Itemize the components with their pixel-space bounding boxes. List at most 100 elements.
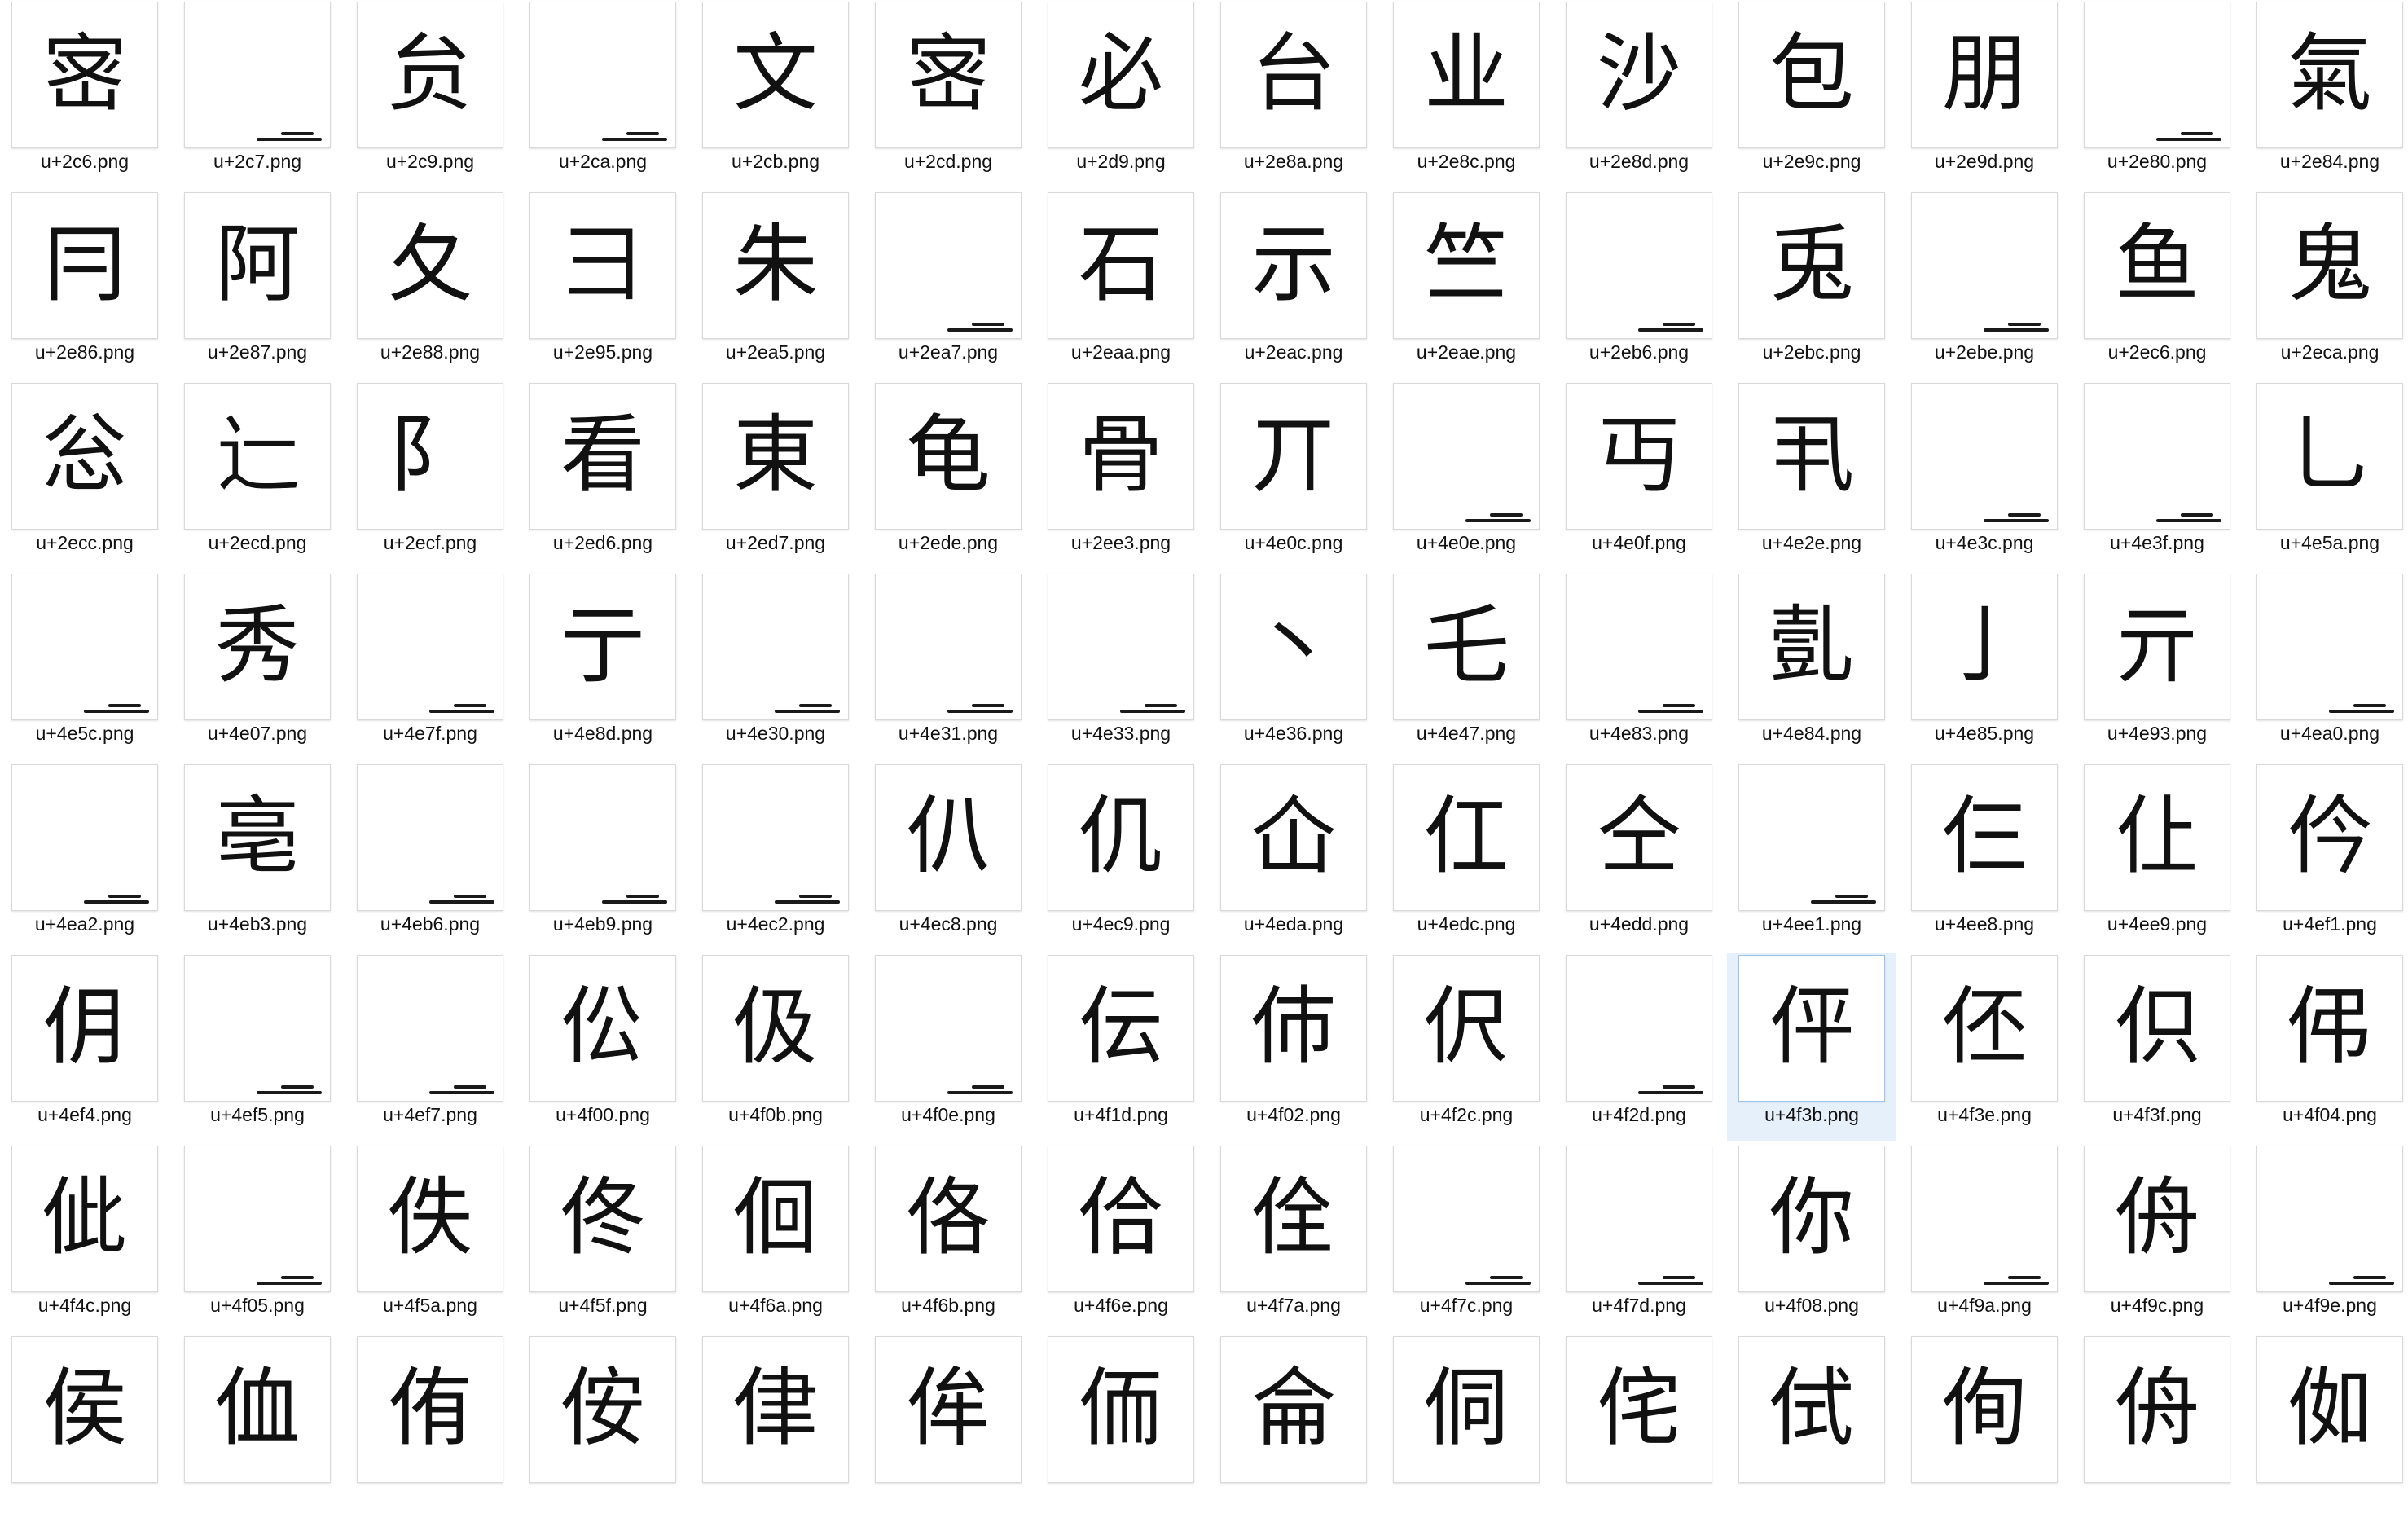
file-thumbnail-item[interactable]: 丮 u+4e2e.png <box>1727 381 1896 569</box>
file-thumbnail-item[interactable]: u+4e30.png <box>691 572 860 759</box>
file-thumbnail-item[interactable]: 侜 u+4f9c.png <box>2072 1144 2242 1331</box>
file-thumbnail-item[interactable]: 佌 u+4f4c.png <box>0 1144 169 1331</box>
file-thumbnail-item[interactable]: u+4f7d.png <box>1554 1144 1724 1331</box>
file-thumbnail-item[interactable]: 伄 u+4f04.png <box>2245 953 2408 1141</box>
file-thumbnail-item[interactable]: u+4eb9.png <box>518 763 688 950</box>
file-thumbnail-item[interactable]: u+4f9a.png <box>1900 1144 2069 1331</box>
file-thumbnail-item[interactable]: u+4ee1.png <box>1727 763 1896 950</box>
file-thumbnail-item[interactable]: 侙 <box>1727 1335 1896 1522</box>
file-thumbnail-item[interactable]: 仈 u+4ec8.png <box>863 763 1033 950</box>
file-thumbnail-item[interactable]: 侞 <box>2245 1335 2408 1522</box>
file-thumbnail-item[interactable]: u+2c7.png <box>173 0 342 187</box>
file-thumbnail-item[interactable]: 秀 u+4e07.png <box>173 572 342 759</box>
file-thumbnail-item[interactable]: 仉 u+4ec9.png <box>1036 763 1206 950</box>
file-thumbnail-item[interactable]: 佚 u+4f5a.png <box>345 1144 515 1331</box>
file-thumbnail-item[interactable]: 阿 u+2e87.png <box>173 191 342 378</box>
file-thumbnail-item[interactable]: u+4f9e.png <box>2245 1144 2408 1331</box>
file-thumbnail-item[interactable]: 侑 <box>345 1335 515 1522</box>
file-thumbnail-item[interactable]: 伻 u+4f3b.png <box>1727 953 1896 1141</box>
file-thumbnail-item[interactable]: u+2ebe.png <box>1900 191 2069 378</box>
file-thumbnail-item[interactable]: 忩 u+2ecc.png <box>0 381 169 569</box>
file-thumbnail-item[interactable]: 佫 u+4f6b.png <box>863 1144 1033 1331</box>
file-thumbnail-item[interactable]: 贠 u+2c9.png <box>345 0 515 187</box>
file-thumbnail-item[interactable]: 阝 u+2ecf.png <box>345 381 515 569</box>
file-thumbnail-item[interactable]: 侖 <box>1209 1335 1378 1522</box>
file-thumbnail-item[interactable]: 仚 u+4eda.png <box>1209 763 1378 950</box>
file-thumbnail-item[interactable]: u+2ca.png <box>518 0 688 187</box>
file-thumbnail-item[interactable]: 仨 u+4ee8.png <box>1900 763 2069 950</box>
file-thumbnail-item[interactable]: 丶 u+4e36.png <box>1209 572 1378 759</box>
file-thumbnail-item[interactable]: 仴 u+4ef4.png <box>0 953 169 1141</box>
file-thumbnail-item[interactable]: u+4e7f.png <box>345 572 515 759</box>
file-thumbnail-item[interactable]: u+2ea7.png <box>863 191 1033 378</box>
file-thumbnail-item[interactable]: 沙 u+2e8d.png <box>1554 0 1724 187</box>
file-thumbnail-item[interactable]: 侗 <box>1382 1335 1551 1522</box>
file-thumbnail-item[interactable]: u+4eb6.png <box>345 763 515 950</box>
file-thumbnail-item[interactable]: 伀 u+4f00.png <box>518 953 688 1141</box>
file-thumbnail-item[interactable]: 乇 u+4e47.png <box>1382 572 1551 759</box>
file-thumbnail-item[interactable]: u+4f7c.png <box>1382 1144 1551 1331</box>
file-thumbnail-item[interactable]: u+4f2d.png <box>1554 953 1724 1141</box>
file-thumbnail-item[interactable]: 包 u+2e9c.png <box>1727 0 1896 187</box>
file-thumbnail-item[interactable]: 朱 u+2ea5.png <box>691 191 860 378</box>
file-thumbnail-item[interactable]: 丌 u+4e0c.png <box>1209 381 1378 569</box>
file-thumbnail-item[interactable]: u+4e5c.png <box>0 572 169 759</box>
file-thumbnail-item[interactable]: 佟 u+4f5f.png <box>518 1144 688 1331</box>
file-thumbnail-item[interactable]: 侓 <box>691 1335 860 1522</box>
file-thumbnail-item[interactable]: 佮 u+4f6e.png <box>1036 1144 1206 1331</box>
file-thumbnail-item[interactable]: 仜 u+4edc.png <box>1382 763 1551 950</box>
file-thumbnail-item[interactable]: 你 u+4f08.png <box>1727 1144 1896 1331</box>
file-thumbnail-item[interactable]: u+4e33.png <box>1036 572 1206 759</box>
file-thumbnail-item[interactable]: 兎 u+2ebc.png <box>1727 191 1896 378</box>
file-thumbnail-item[interactable]: u+2e80.png <box>2072 0 2242 187</box>
file-thumbnail-item[interactable]: 伋 u+4f0b.png <box>691 953 860 1141</box>
file-thumbnail-item[interactable]: 侒 <box>518 1335 688 1522</box>
file-thumbnail-item[interactable]: 侐 <box>173 1335 342 1522</box>
file-thumbnail-item[interactable]: 亓 u+4e93.png <box>2072 572 2242 759</box>
file-thumbnail-item[interactable]: 乚 u+4e5a.png <box>2245 381 2408 569</box>
file-thumbnail-item[interactable]: u+4e31.png <box>863 572 1033 759</box>
file-thumbnail-item[interactable]: 丏 u+4e0f.png <box>1554 381 1724 569</box>
file-thumbnail-item[interactable]: u+4ec2.png <box>691 763 860 950</box>
file-thumbnail-item[interactable]: 宻 u+2c6.png <box>0 0 169 187</box>
file-thumbnail-item[interactable]: 伝 u+4f1d.png <box>1036 953 1206 1141</box>
file-thumbnail-item[interactable]: 必 u+2d9.png <box>1036 0 1206 187</box>
file-thumbnail-item[interactable]: u+2eb6.png <box>1554 191 1724 378</box>
file-thumbnail-item[interactable]: 亍 u+4e8d.png <box>518 572 688 759</box>
file-thumbnail-item[interactable]: 仱 u+4ef1.png <box>2245 763 2408 950</box>
file-thumbnail-item[interactable]: 宻 u+2cd.png <box>863 0 1033 187</box>
file-thumbnail-item[interactable]: 鱼 u+2ec6.png <box>2072 191 2242 378</box>
file-thumbnail-item[interactable]: 侔 <box>863 1335 1033 1522</box>
file-thumbnail-item[interactable]: 佪 u+4f6a.png <box>691 1144 860 1331</box>
file-thumbnail-item[interactable]: 侜 <box>2072 1335 2242 1522</box>
file-thumbnail-item[interactable]: 竺 u+2eae.png <box>1382 191 1551 378</box>
file-thumbnail-item[interactable]: u+4e3f.png <box>2072 381 2242 569</box>
file-thumbnail-item[interactable]: 看 u+2ed6.png <box>518 381 688 569</box>
file-thumbnail-item[interactable]: u+4e3c.png <box>1900 381 2069 569</box>
file-thumbnail-item[interactable]: 龟 u+2ede.png <box>863 381 1033 569</box>
file-thumbnail-item[interactable]: 仩 u+4ee9.png <box>2072 763 2242 950</box>
file-thumbnail-item[interactable]: 辷 u+2ecd.png <box>173 381 342 569</box>
file-thumbnail-item[interactable]: u+4e83.png <box>1554 572 1724 759</box>
file-thumbnail-item[interactable]: 伿 u+4f3f.png <box>2072 953 2242 1141</box>
file-thumbnail-item[interactable]: 彐 u+2e95.png <box>518 191 688 378</box>
file-thumbnail-item[interactable]: u+4ef5.png <box>173 953 342 1141</box>
file-thumbnail-item[interactable]: 鬼 u+2eca.png <box>2245 191 2408 378</box>
file-thumbnail-item[interactable]: 示 u+2eac.png <box>1209 191 1378 378</box>
file-thumbnail-item[interactable]: 石 u+2eaa.png <box>1036 191 1206 378</box>
file-thumbnail-item[interactable]: u+4f05.png <box>173 1144 342 1331</box>
file-thumbnail-item[interactable]: 伂 u+4f02.png <box>1209 953 1378 1141</box>
file-thumbnail-item[interactable]: 亄 u+4e84.png <box>1727 572 1896 759</box>
file-thumbnail-item[interactable]: 亳 u+4eb3.png <box>173 763 342 950</box>
file-thumbnail-item[interactable]: 冃 u+2e86.png <box>0 191 169 378</box>
file-thumbnail-item[interactable]: 台 u+2e8a.png <box>1209 0 1378 187</box>
file-thumbnail-item[interactable]: u+4ea0.png <box>2245 572 2408 759</box>
file-thumbnail-item[interactable]: u+4ea2.png <box>0 763 169 950</box>
file-thumbnail-item[interactable]: u+4ef7.png <box>345 953 515 1141</box>
file-thumbnail-item[interactable]: u+4e0e.png <box>1382 381 1551 569</box>
file-thumbnail-item[interactable]: 侚 <box>1900 1335 2069 1522</box>
file-thumbnail-item[interactable]: 伬 u+4f2c.png <box>1382 953 1551 1141</box>
file-thumbnail-item[interactable]: 文 u+2cb.png <box>691 0 860 187</box>
file-thumbnail-item[interactable]: 夂 u+2e88.png <box>345 191 515 378</box>
file-thumbnail-item[interactable]: 朋 u+2e9d.png <box>1900 0 2069 187</box>
